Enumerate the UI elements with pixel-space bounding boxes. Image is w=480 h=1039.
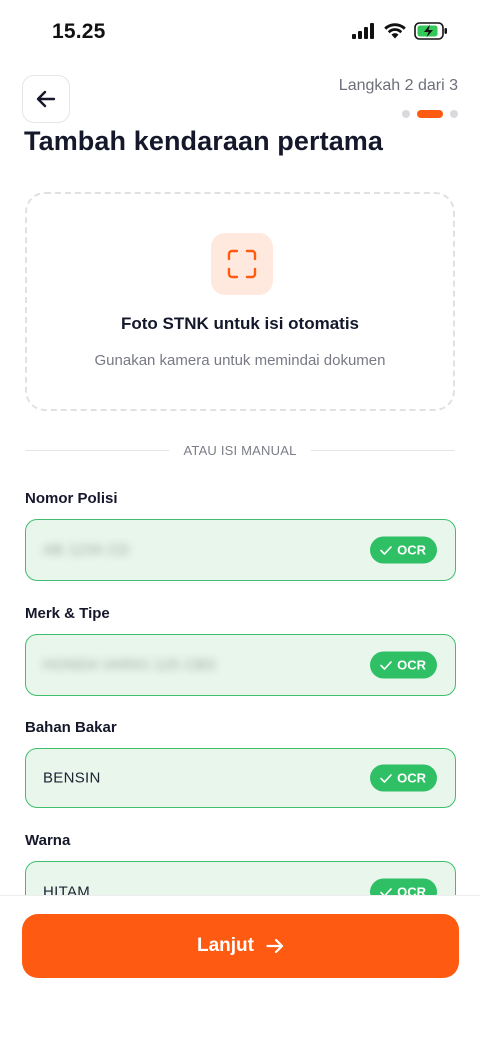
step-dot-3 — [450, 110, 458, 118]
page-title: Tambah kendaraan pertama — [24, 126, 384, 156]
field-input-merk-tipe[interactable]: HONDA VARIO 125 CBS OCR — [25, 634, 456, 696]
next-button-label: Lanjut — [197, 935, 254, 956]
next-button[interactable]: Lanjut — [22, 914, 459, 978]
status-icons — [352, 22, 448, 40]
check-icon — [380, 660, 392, 670]
scan-stnk-card[interactable]: Foto STNK untuk isi otomatis Gunakan kam… — [25, 192, 455, 411]
step-dot-1 — [402, 110, 410, 118]
battery-charging-icon — [414, 22, 447, 40]
field-value-merk-tipe: HONDA VARIO 125 CBS — [43, 656, 216, 674]
check-icon — [380, 773, 392, 783]
field-label-nomor-polisi: Nomor Polisi — [25, 490, 118, 507]
cellular-signal-icon — [352, 23, 374, 39]
arrow-right-icon — [266, 938, 284, 954]
back-button[interactable] — [22, 75, 70, 123]
arrow-left-icon — [36, 90, 56, 108]
field-label-bahan-bakar: Bahan Bakar — [25, 719, 117, 736]
field-label-warna: Warna — [25, 832, 71, 849]
divider-line-left — [25, 449, 170, 451]
ocr-badge: OCR — [370, 536, 437, 564]
status-time: 15.25 — [52, 20, 106, 43]
ocr-badge: OCR — [370, 764, 437, 792]
field-input-nomor-polisi[interactable]: AB 1234 CD OCR — [25, 519, 456, 581]
scan-card-title: Foto STNK untuk isi otomatis — [121, 314, 359, 333]
manual-divider: ATAU ISI MANUAL — [25, 441, 456, 459]
field-label-merk-tipe: Merk & Tipe — [25, 605, 110, 622]
ocr-badge-label: OCR — [397, 542, 426, 558]
divider-line-right — [310, 449, 456, 451]
check-icon — [380, 545, 392, 555]
bottom-action-bar: Lanjut — [0, 895, 480, 1039]
step-progress-dots — [402, 110, 458, 118]
field-input-bahan-bakar[interactable]: BENSIN OCR — [25, 748, 456, 808]
status-bar: 15.25 — [0, 0, 480, 62]
scan-frame-icon — [227, 249, 257, 279]
scan-icon-container — [211, 233, 273, 295]
ocr-badge-label: OCR — [397, 770, 426, 786]
field-value-bahan-bakar: BENSIN — [43, 769, 101, 787]
ocr-badge: OCR — [370, 651, 437, 679]
wifi-icon — [384, 23, 406, 39]
ocr-badge-label: OCR — [397, 657, 426, 673]
scan-card-subtitle: Gunakan kamera untuk memindai dokumen — [94, 352, 386, 369]
step-indicator-label: Langkah 2 dari 3 — [338, 77, 458, 94]
step-dot-2-active — [417, 110, 443, 118]
field-value-nomor-polisi: AB 1234 CD — [43, 541, 130, 559]
divider-text: ATAU ISI MANUAL — [183, 442, 297, 458]
